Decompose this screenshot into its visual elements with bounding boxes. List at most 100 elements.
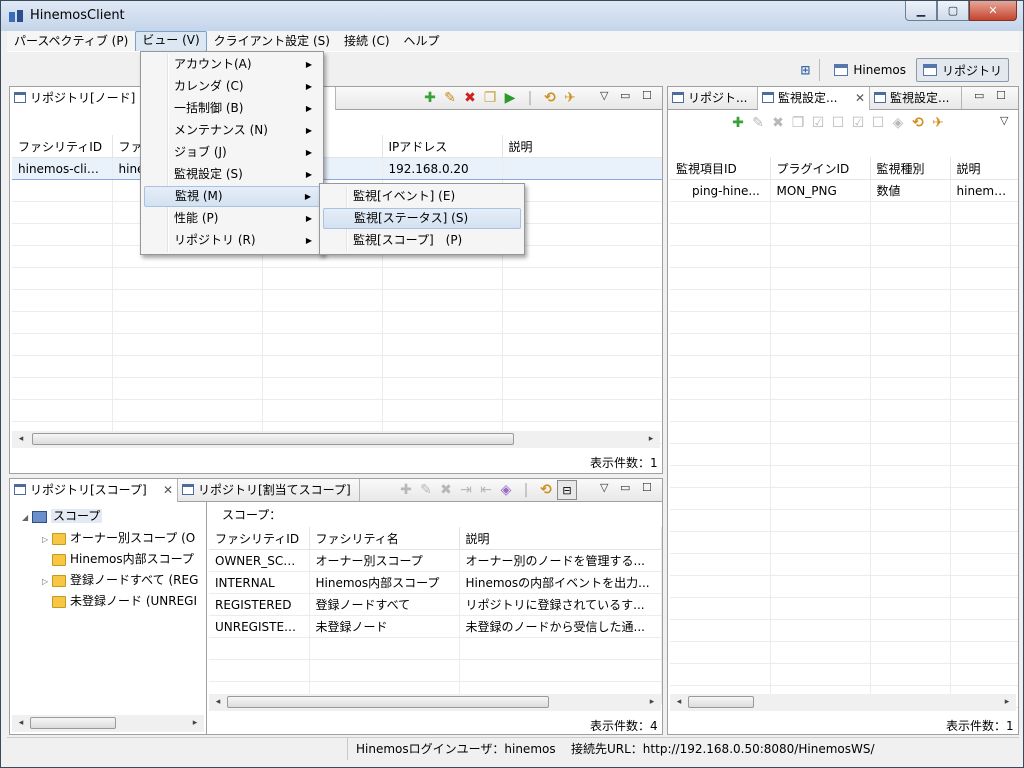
maximize-view-icon[interactable]: ☐ [642,481,652,494]
menu-item-performance[interactable]: 性能 (P) ▶ [144,208,320,229]
scroll-left-icon[interactable]: ◂ [14,717,28,730]
scroll-left-icon[interactable]: ◂ [14,433,28,446]
filter-icon[interactable]: ◈ [497,481,515,499]
minimize-button[interactable]: ▁ [905,1,937,21]
scope-label: スコープ： [222,508,282,522]
maximize-button[interactable]: ▢ [937,1,969,21]
menu-item-monitor-status[interactable]: 監視[ステータス] (S) [323,208,521,229]
scroll-right-icon[interactable]: ▸ [1000,696,1014,709]
scroll-left-icon[interactable]: ◂ [211,696,225,709]
table-row[interactable]: hinemos-client hine 192.168.0.20 [12,157,662,180]
tab-monitor-settings-2[interactable]: 監視設定... [870,87,962,109]
delete-icon[interactable]: ✖ [461,89,479,107]
view-menu-icon[interactable]: ▽ [1000,114,1008,127]
menu-help[interactable]: ヘルプ [397,32,447,51]
scroll-thumb[interactable] [227,696,549,708]
table-row[interactable]: OWNER_SCO... オーナー別スコープ オーナー別のノードを管理する... [209,549,662,572]
menu-connect[interactable]: 接続 (C) [337,32,397,51]
menu-item-monitor-event[interactable]: 監視[イベント] (E) [323,186,521,207]
expand-icon[interactable]: ▷ [42,530,52,550]
tree-hscrollbar[interactable]: ◂ ▸ [12,715,204,732]
tab-monitor-settings[interactable]: 監視設定... ✕ [758,87,870,110]
node-hscrollbar[interactable]: ◂ ▸ [12,431,660,448]
scroll-right-icon[interactable]: ▸ [645,696,659,709]
col-facility-id[interactable]: ファシリティID [209,527,310,550]
menu-item-job[interactable]: ジョブ (J) ▶ [144,142,320,163]
menu-view[interactable]: ビュー (V) [135,30,207,52]
node-view: リポジトリ[ノード] ✚ ✎ ✖ ❐ ▶ | ⟲ ✈ ▽ ▭ ☐ ファシリティI… [9,86,663,474]
search-icon[interactable]: ✈ [929,114,947,132]
minimize-view-icon[interactable]: ▭ [620,89,630,102]
col-facility-name[interactable]: ファシリティ名 [309,527,460,550]
close-button[interactable]: ✕ [969,1,1017,21]
tree-toggle-icon[interactable]: ⊟ [557,480,577,500]
view-menu-icon[interactable]: ▽ [600,89,608,102]
run-icon[interactable]: ▶ [501,89,519,107]
expand-icon[interactable]: ▷ [42,572,52,592]
col-monitor-type[interactable]: 監視種別 [870,157,951,180]
add-icon[interactable]: ✚ [421,89,439,107]
scope-hscrollbar[interactable]: ◂ ▸ [209,694,661,711]
refresh-icon[interactable]: ⟲ [537,481,555,499]
scroll-right-icon[interactable]: ▸ [188,717,202,730]
collapse-icon[interactable]: ◢ [22,508,32,528]
refresh-icon[interactable]: ⟲ [541,89,559,107]
col-facility-id[interactable]: ファシリティID [12,135,113,158]
menu-item-account[interactable]: アカウント(A) ▶ [144,54,320,75]
menu-item-repository[interactable]: リポジトリ (R) ▶ [144,230,320,251]
menu-item-maintenance[interactable]: メンテナンス (N) ▶ [144,120,320,141]
search-icon[interactable]: ✈ [561,89,579,107]
minimize-view-icon[interactable]: ▭ [974,89,984,102]
tab-assigned-scope[interactable]: リポジトリ[割当てスコープ] [178,479,360,501]
maximize-view-icon[interactable]: ☐ [642,89,652,102]
tree-node[interactable]: ▷ オーナー別スコープ (O [42,528,195,548]
tab-repository[interactable]: リポジト... [668,87,758,109]
edit-icon[interactable]: ✎ [441,89,459,107]
copy-icon[interactable]: ❐ [481,89,499,107]
scroll-thumb[interactable] [30,717,116,729]
minimize-view-icon[interactable]: ▭ [620,481,630,494]
table-row[interactable]: REGISTERED 登録ノードすべて リポジトリに登録されているす... [209,593,662,616]
close-tab-icon[interactable]: ✕ [855,87,865,109]
menu-item-monitor-settings[interactable]: 監視設定 (S) ▶ [144,164,320,185]
menu-item-bulk-control[interactable]: 一括制御 (B) ▶ [144,98,320,119]
col-monitor-id[interactable]: 監視項目ID [670,157,771,180]
scroll-right-icon[interactable]: ▸ [644,433,658,446]
refresh-icon[interactable]: ⟲ [909,114,927,132]
add-icon[interactable]: ✚ [729,114,747,132]
table-row[interactable]: ping-hine... MON_PNG 数値 hinemos-c [670,179,1018,202]
menu-item-monitor-scope[interactable]: 監視[スコープ] (P) [323,230,521,251]
cell: 未登録ノード [309,615,460,638]
col-description[interactable]: 説明 [950,157,1018,180]
menu-item-calendar[interactable]: カレンダ (C) ▶ [144,76,320,97]
perspective-repository-button[interactable]: リポジトリ [915,58,1009,82]
tree-node[interactable]: Hinemos内部スコープ [42,549,194,569]
open-perspective-icon[interactable]: ⊞ [796,61,814,79]
col-description[interactable]: 説明 [459,527,662,550]
monitor-hscrollbar[interactable]: ◂ ▸ [670,694,1016,711]
close-tab-icon[interactable]: ✕ [163,479,173,501]
tree-node[interactable]: ▷ 登録ノードすべて (REG [42,570,198,590]
splitter[interactable] [206,502,207,734]
col-ip-address[interactable]: IPアドレス [382,135,503,158]
tree-root[interactable]: ◢ スコープ [22,506,103,528]
col-plugin-id[interactable]: プラグインID [770,157,871,180]
menu-client-settings[interactable]: クライアント設定 (S) [207,32,337,51]
scroll-thumb[interactable] [32,433,514,445]
view-menu-icon[interactable]: ▽ [600,481,608,494]
table-row[interactable]: UNREGISTER... 未登録ノード 未登録のノードから受信した通... [209,615,662,638]
tab-repository-scope[interactable]: リポジトリ[スコープ] ✕ [10,479,178,502]
perspective-hinemos-button[interactable]: Hinemos [828,59,912,81]
cell: オーナー別スコープ [309,549,460,572]
table-row[interactable]: INTERNAL Hinemos内部スコープ Hinemosの内部イベントを出力..… [209,571,662,594]
scroll-left-icon[interactable]: ◂ [672,696,686,709]
tree-label: 未登録ノード (UNREGI [70,594,198,608]
menu-perspective[interactable]: パースペクティブ (P) [7,32,135,51]
col-description[interactable]: 説明 [502,135,662,158]
scroll-thumb[interactable] [688,696,754,708]
menu-item-label: アカウント(A) [174,57,252,71]
tree-node[interactable]: 未登録ノード (UNREGI [42,591,197,611]
menu-item-monitor[interactable]: 監視 (M) ▶ [144,186,320,207]
maximize-view-icon[interactable]: ☐ [996,89,1006,102]
cell: hinemos-client [12,157,113,180]
